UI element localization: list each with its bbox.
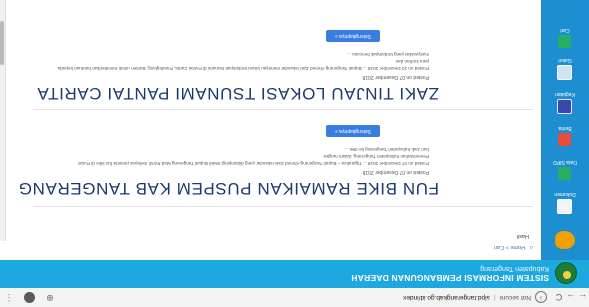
activity-icon xyxy=(557,99,573,114)
hands-icon xyxy=(555,231,575,249)
breadcrumb: ⌂ Home > Cari xyxy=(494,244,533,250)
sidebar-item-label: Dokumen xyxy=(554,191,576,197)
reload-icon[interactable]: C xyxy=(553,293,565,303)
result-snippet-line: masyarakat yang terdampak bencana ... xyxy=(347,52,429,57)
address-bar[interactable]: sipd.tangerangkab.go.id/index xyxy=(403,294,490,301)
read-more-button[interactable]: Selengkapnya » xyxy=(326,30,380,42)
result-title[interactable]: ZAKI TINJAU LOKASI TSUNAMI PANTAI CARITA xyxy=(37,83,439,103)
result-meta: Posted on 07 Desember 2018 xyxy=(362,169,429,175)
sidebar-item-cari[interactable]: Cari xyxy=(541,27,589,48)
sidebar-item-label: Cari xyxy=(560,27,570,33)
result-meta: Posted on 07 Desember 2018 xyxy=(362,74,429,80)
share-icon xyxy=(558,35,572,48)
sidebar-item-berita[interactable]: Berita xyxy=(541,125,589,146)
zoom-icon[interactable]: ⊕ xyxy=(41,292,59,303)
sidebar: Dokumen Data SIPD Berita Kegiatan Galeri… xyxy=(541,0,589,260)
sidebar-item-data-sipd[interactable]: Data SIPD xyxy=(541,159,589,180)
sidebar-item-label: Berita xyxy=(558,125,572,131)
kabupaten-logo-icon[interactable] xyxy=(555,262,579,285)
database-icon xyxy=(558,167,572,180)
result-snippet-line: hari Jadi Kabupaten Tangerang ke-386 ... xyxy=(344,147,429,152)
security-label: Not secure xyxy=(499,294,531,301)
sidebar-item-dokumen[interactable]: Dokumen xyxy=(541,191,589,214)
sidebar-item-label: Data SIPD xyxy=(553,159,577,165)
profile-avatar[interactable] xyxy=(24,292,35,303)
read-more-button[interactable]: Selengkapnya » xyxy=(326,125,380,137)
url-separator: | xyxy=(493,294,496,301)
site-header: SISTEM INFORMASI PEMBANGUNAN DAERAH Kabu… xyxy=(0,260,589,288)
menu-icon[interactable]: ⋮ xyxy=(0,292,18,303)
site-title[interactable]: SISTEM INFORMASI PEMBANGUNAN DAERAH xyxy=(351,273,549,283)
scrollbar[interactable] xyxy=(0,0,6,241)
site-subtitle: Kabupaten Tangerang xyxy=(480,265,549,272)
info-icon[interactable]: i xyxy=(535,291,547,304)
home-icon[interactable]: ⌂ xyxy=(530,244,533,250)
breadcrumb-text[interactable]: Home > Cari xyxy=(494,244,525,250)
sidebar-item-label: Galeri xyxy=(558,57,572,63)
forward-arrow-icon[interactable]: → xyxy=(565,293,577,303)
result-item: FUN BIKE RAMAIKAN PUSPEM KAB TANGERANG P… xyxy=(18,109,533,207)
result-item: ZAKI TINJAU LOKASI TSUNAMI PANTAI CARITA… xyxy=(33,12,533,110)
document-icon xyxy=(557,199,573,214)
search-results-heading: Hasil xyxy=(516,233,529,239)
browser-toolbar: ← → C i Not secure | sipd.tangerangkab.g… xyxy=(0,287,589,307)
sidebar-item-kegiatan[interactable]: Kegiatan xyxy=(541,91,589,114)
back-arrow-icon[interactable]: ← xyxy=(577,293,589,303)
gallery-icon xyxy=(557,65,573,80)
scrollbar-thumb[interactable] xyxy=(0,21,4,65)
result-snippet-line: Posted on 07 Desember 2018 ... Tigaraksa… xyxy=(78,154,429,166)
sidebar-item-logo[interactable] xyxy=(541,229,589,249)
result-snippet-line: Posted on 23 Desember 2018 ... Bupati Ta… xyxy=(57,59,429,71)
sidebar-item-galeri[interactable]: Galeri xyxy=(541,57,589,80)
sidebar-item-label: Kegiatan xyxy=(555,91,575,97)
news-icon xyxy=(558,133,572,146)
result-title[interactable]: FUN BIKE RAMAIKAN PUSPEM KAB TANGERANG xyxy=(18,178,439,198)
